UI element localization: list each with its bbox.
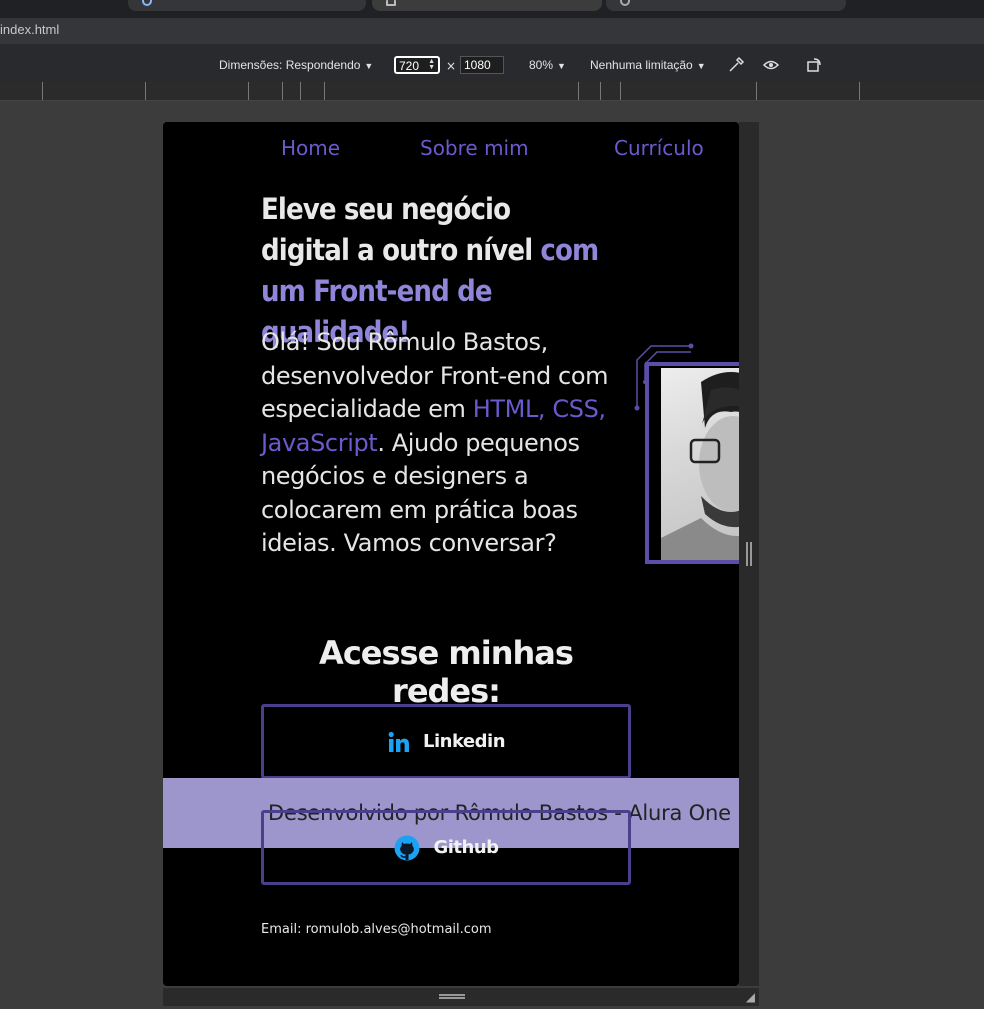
resize-corner-icon[interactable]: ◢ [746,990,755,1004]
page-icon [386,0,396,6]
tab-favicon-icon [620,0,630,6]
zoom-label: 80% [529,58,554,72]
media-query-ruler [0,82,984,101]
throttle-label: Nenhuma limitação [590,58,693,72]
headline-text: Eleve seu negócio digital a outro nível [261,192,541,268]
linkedin-label: Linkedin [422,731,506,752]
eyedropper-icon[interactable] [727,56,745,74]
browser-tab[interactable] [128,0,366,11]
resize-grip-icon [746,542,752,566]
resize-grip-icon [439,994,465,999]
intro-paragraph: Olá! Sou Rômulo Bastos, desenvolvedor Fr… [261,326,631,561]
profile-photo-frame [645,362,739,564]
spinner-icon[interactable]: ▲ ▼ [428,58,435,71]
contact-email: Email: romulob.alves@hotmail.com [261,922,492,937]
height-input[interactable]: 1080 [460,56,504,74]
nav-link-home[interactable]: Home [281,136,340,160]
dropdown-arrow-icon: ▼ [557,61,566,71]
dropdown-arrow-icon: ▼ [364,61,374,71]
github-button[interactable]: Github [261,810,631,885]
search-icon [142,0,152,6]
github-label: Github [433,837,499,858]
viewport-resize-handle-bottom[interactable]: ◢ [163,988,759,1006]
address-bar[interactable]: index.html [0,18,984,44]
width-value: 720 [399,59,420,73]
dropdown-arrow-icon: ▼ [696,61,706,71]
height-value: 1080 [464,58,491,72]
profile-photo [661,368,739,560]
zoom-dropdown[interactable]: 80% ▼ [529,58,566,72]
url-text: index.html [0,22,60,37]
throttle-dropdown[interactable]: Nenhuma limitação ▼ [590,58,706,72]
nav-link-sobre-mim[interactable]: Sobre mim [420,136,529,160]
github-icon [394,835,420,860]
linkedin-button[interactable]: Linkedin [261,704,631,779]
dimension-separator: × [446,59,457,73]
rotate-icon[interactable] [806,56,824,74]
dimensions-label: Dimensões: Respondendo [219,58,361,72]
browser-tab-active[interactable] [372,0,602,11]
eye-icon[interactable] [762,56,780,74]
linkedin-icon [388,731,409,752]
dimensions-dropdown[interactable]: Dimensões: Respondendo ▼ [219,58,373,72]
social-title: Acesse minhas redes: [319,634,574,710]
device-viewport: Home Sobre mim Currículo Eleve seu negóc… [163,122,739,986]
device-toolbar: Dimensões: Respondendo ▼ 720 ▲ ▼ × 1080 80%… [0,44,984,83]
browser-tab-strip [0,0,984,18]
browser-tab[interactable] [606,0,846,11]
width-input[interactable]: 720 ▲ ▼ [394,56,440,74]
nav-link-curriculo[interactable]: Currículo [614,136,704,160]
viewport-resize-handle-right[interactable] [739,122,759,986]
